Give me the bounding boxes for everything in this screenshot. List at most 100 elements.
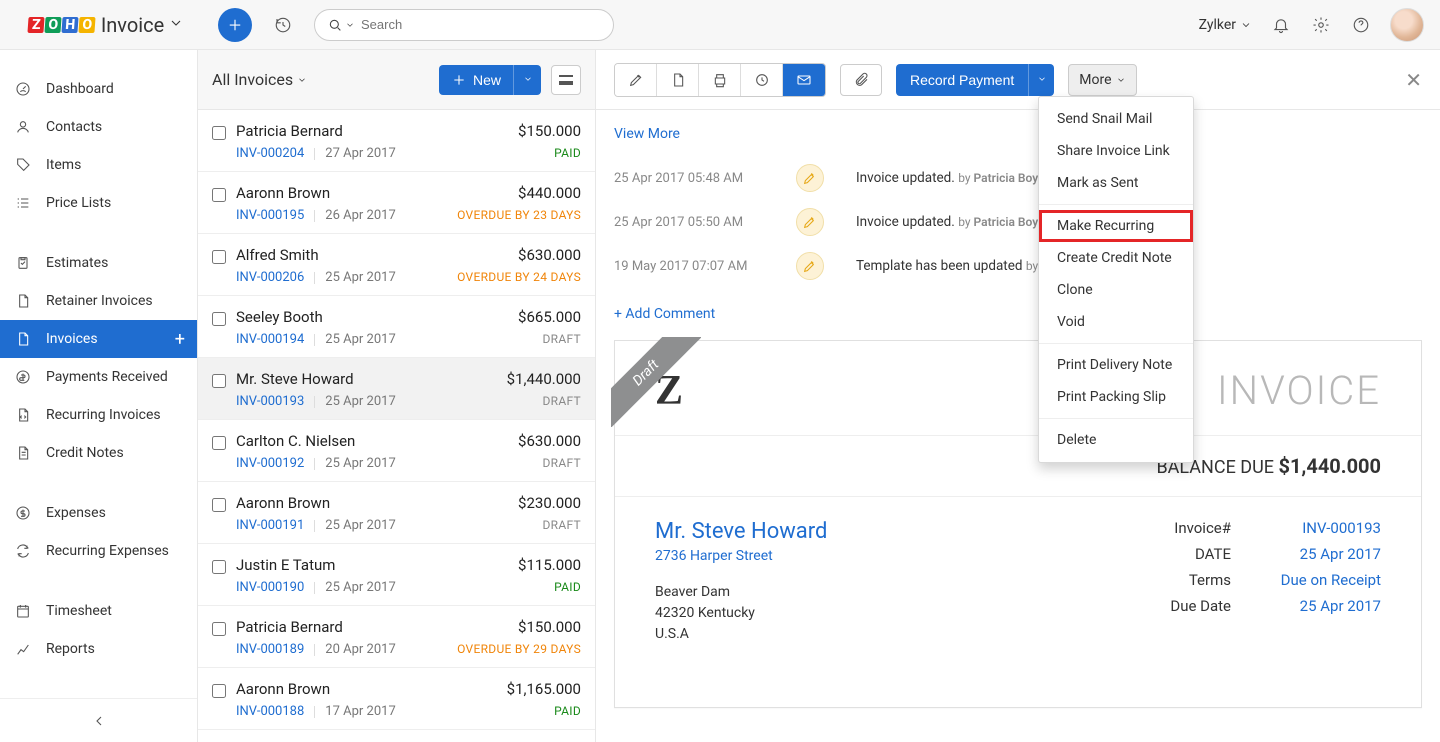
row-checkbox[interactable] [212, 312, 226, 326]
recent-activity-icon[interactable] [266, 8, 300, 42]
search-scope-icon[interactable] [327, 17, 355, 33]
sidebar-item-timesheet[interactable]: Timesheet [0, 592, 197, 630]
new-button-label: New [473, 72, 501, 88]
bell-icon[interactable] [1270, 14, 1292, 36]
invoice-row[interactable]: Aaronn BrownINV-00019125 Apr 2017$230.00… [198, 482, 595, 544]
print-icon[interactable] [699, 64, 741, 96]
menu-item-clone[interactable]: Clone [1039, 274, 1193, 306]
menu-item-mark-as-sent[interactable]: Mark as Sent [1039, 167, 1193, 199]
brand-logo[interactable]: Z O H O Invoice [0, 13, 198, 37]
new-invoice-button[interactable]: New [439, 65, 513, 95]
menu-item-share-invoice-link[interactable]: Share Invoice Link [1039, 135, 1193, 167]
toolbar-group [614, 63, 826, 97]
customer-name: Aaronn Brown [236, 680, 451, 698]
quick-create-button[interactable] [218, 8, 252, 42]
sidebar-item-recurring-expenses[interactable]: Recurring Expenses [0, 532, 197, 570]
invoice-number[interactable]: INV-000191 [236, 518, 304, 533]
invoice-row[interactable]: Carlton C. NielsenINV-00019225 Apr 2017$… [198, 420, 595, 482]
sidebar-item-payments-received[interactable]: Payments Received [0, 358, 197, 396]
invoice-number[interactable]: INV-000190 [236, 580, 304, 595]
sidebar-item-expenses[interactable]: Expenses [0, 494, 197, 532]
invoice-row[interactable]: Aaronn BrownINV-00019526 Apr 2017$440.00… [198, 172, 595, 234]
menu-item-void[interactable]: Void [1039, 306, 1193, 338]
menu-item-print-delivery-note[interactable]: Print Delivery Note [1039, 349, 1193, 381]
chevron-down-icon[interactable] [168, 15, 184, 35]
sidebar-item-price-lists[interactable]: Price Lists [0, 184, 197, 222]
row-checkbox[interactable] [212, 622, 226, 636]
menu-item-create-credit-note[interactable]: Create Credit Note [1039, 242, 1193, 274]
menu-item-delete[interactable]: Delete [1039, 424, 1193, 456]
kv-key: Due Date [1151, 597, 1231, 615]
sidebar-item-contacts[interactable]: Contacts [0, 108, 197, 146]
invoice-row[interactable]: Mr. Steve HowardINV-00019325 Apr 2017$1,… [198, 358, 595, 420]
invoice-number[interactable]: INV-000189 [236, 642, 304, 657]
invoice-number[interactable]: INV-000188 [236, 704, 304, 719]
sidebar-item-invoices[interactable]: Invoices+ [0, 320, 197, 358]
view-more-link[interactable]: View More [596, 110, 1440, 156]
row-checkbox[interactable] [212, 498, 226, 512]
invoice-row[interactable]: Patricia BernardINV-00018920 Apr 2017$15… [198, 606, 595, 668]
org-switcher[interactable]: Zylker [1199, 17, 1252, 33]
row-checkbox[interactable] [212, 126, 226, 140]
mail-icon[interactable] [783, 64, 825, 96]
sidebar-item-recurring-invoices[interactable]: Recurring Invoices [0, 396, 197, 434]
clipboard-icon [14, 255, 32, 271]
row-checkbox[interactable] [212, 436, 226, 450]
more-dropdown[interactable]: Send Snail MailShare Invoice LinkMark as… [1038, 96, 1194, 463]
detail-body[interactable]: View More 25 Apr 2017 05:48 AMInvoice up… [596, 110, 1440, 742]
edit-icon[interactable] [615, 64, 657, 96]
row-checkbox[interactable] [212, 560, 226, 574]
invoice-list[interactable]: Patricia BernardINV-00020427 Apr 2017$15… [198, 110, 595, 742]
search-input[interactable] [361, 17, 601, 32]
close-icon[interactable]: ✕ [1405, 68, 1422, 92]
user-avatar[interactable] [1390, 8, 1424, 42]
list-menu-button[interactable] [551, 65, 581, 95]
sidebar-item-items[interactable]: Items [0, 146, 197, 184]
sidebar-item-label: Estimates [46, 255, 108, 271]
invoice-number[interactable]: INV-000206 [236, 270, 304, 285]
row-checkbox[interactable] [212, 374, 226, 388]
row-checkbox[interactable] [212, 250, 226, 264]
sidebar-item-dashboard[interactable]: Dashboard [0, 70, 197, 108]
invoice-row[interactable]: Justin E TatumINV-00019025 Apr 2017$115.… [198, 544, 595, 606]
record-payment-button[interactable]: Record Payment [896, 64, 1028, 96]
more-button[interactable]: More [1068, 64, 1136, 96]
sidebar-item-estimates[interactable]: Estimates [0, 244, 197, 282]
pdf-icon[interactable] [657, 64, 699, 96]
invoice-date: 25 Apr 2017 [325, 394, 395, 409]
row-checkbox[interactable] [212, 188, 226, 202]
reminder-icon[interactable] [741, 64, 783, 96]
invoice-row[interactable]: Patricia BernardINV-00020427 Apr 2017$15… [198, 110, 595, 172]
sidebar-item-retainer-invoices[interactable]: Retainer Invoices [0, 282, 197, 320]
sidebar-collapse[interactable] [0, 698, 197, 742]
kv-value: 25 Apr 2017 [1271, 597, 1381, 615]
invoice-number[interactable]: INV-000192 [236, 456, 304, 471]
menu-item-print-packing-slip[interactable]: Print Packing Slip [1039, 381, 1193, 413]
help-icon[interactable] [1350, 14, 1372, 36]
attachment-icon[interactable] [840, 64, 882, 96]
invoice-row[interactable]: Aaronn BrownINV-00018817 Apr 2017$1,165.… [198, 668, 595, 730]
sidebar-item-credit-notes[interactable]: Credit Notes [0, 434, 197, 472]
add-comment-link[interactable]: + Add Comment [596, 288, 1440, 340]
invoice-row[interactable]: Seeley BoothINV-00019425 Apr 2017$665.00… [198, 296, 595, 358]
add-icon[interactable]: + [175, 329, 185, 350]
menu-item-send-snail-mail[interactable]: Send Snail Mail [1039, 103, 1193, 135]
gear-icon[interactable] [1310, 14, 1332, 36]
invoice-number[interactable]: INV-000204 [236, 146, 304, 161]
invoice-number[interactable]: INV-000193 [236, 394, 304, 409]
new-invoice-dropdown[interactable] [513, 65, 541, 95]
sidebar-item-reports[interactable]: Reports [0, 630, 197, 668]
sidebar-item-label: Credit Notes [46, 445, 124, 461]
row-checkbox[interactable] [212, 684, 226, 698]
history-list: 25 Apr 2017 05:48 AMInvoice updated. by … [596, 156, 1440, 288]
invoice-row[interactable]: Alfred SmithINV-00020625 Apr 2017$630.00… [198, 234, 595, 296]
sidebar-item-label: Retainer Invoices [46, 293, 153, 309]
list-title[interactable]: All Invoices [212, 70, 307, 89]
record-payment-dropdown[interactable] [1028, 64, 1054, 96]
global-search[interactable] [314, 9, 614, 41]
customer-name[interactable]: Mr. Steve Howard [655, 519, 827, 544]
invoice-date: 27 Apr 2017 [325, 146, 395, 161]
invoice-number[interactable]: INV-000195 [236, 208, 304, 223]
invoice-number[interactable]: INV-000194 [236, 332, 304, 347]
menu-item-make-recurring[interactable]: Make Recurring [1039, 210, 1193, 242]
